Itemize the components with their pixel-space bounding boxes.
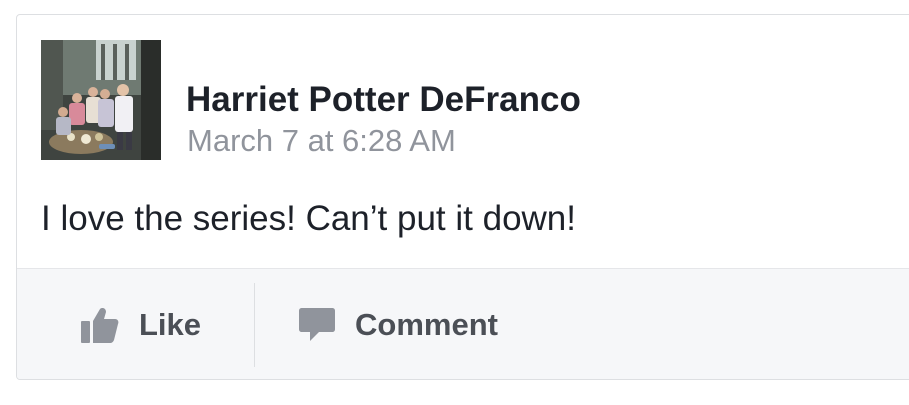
- post-card: Harriet Potter DeFranco March 7 at 6:28 …: [16, 14, 909, 380]
- profile-photo: [41, 40, 161, 160]
- like-label: Like: [139, 307, 202, 342]
- action-divider: [254, 283, 255, 367]
- thumbs-up-icon: [81, 307, 119, 343]
- speech-bubble-icon: [299, 308, 335, 342]
- like-button[interactable]: Like: [81, 269, 202, 379]
- post-text: I love the series! Can’t put it down!: [41, 199, 576, 238]
- author-name[interactable]: Harriet Potter DeFranco: [186, 82, 581, 117]
- comment-label: Comment: [355, 307, 498, 342]
- comment-button[interactable]: Comment: [299, 269, 498, 379]
- post-actions-bar: Like Comment: [17, 268, 909, 379]
- post-timestamp[interactable]: March 7 at 6:28 AM: [187, 125, 456, 156]
- avatar[interactable]: [41, 40, 161, 160]
